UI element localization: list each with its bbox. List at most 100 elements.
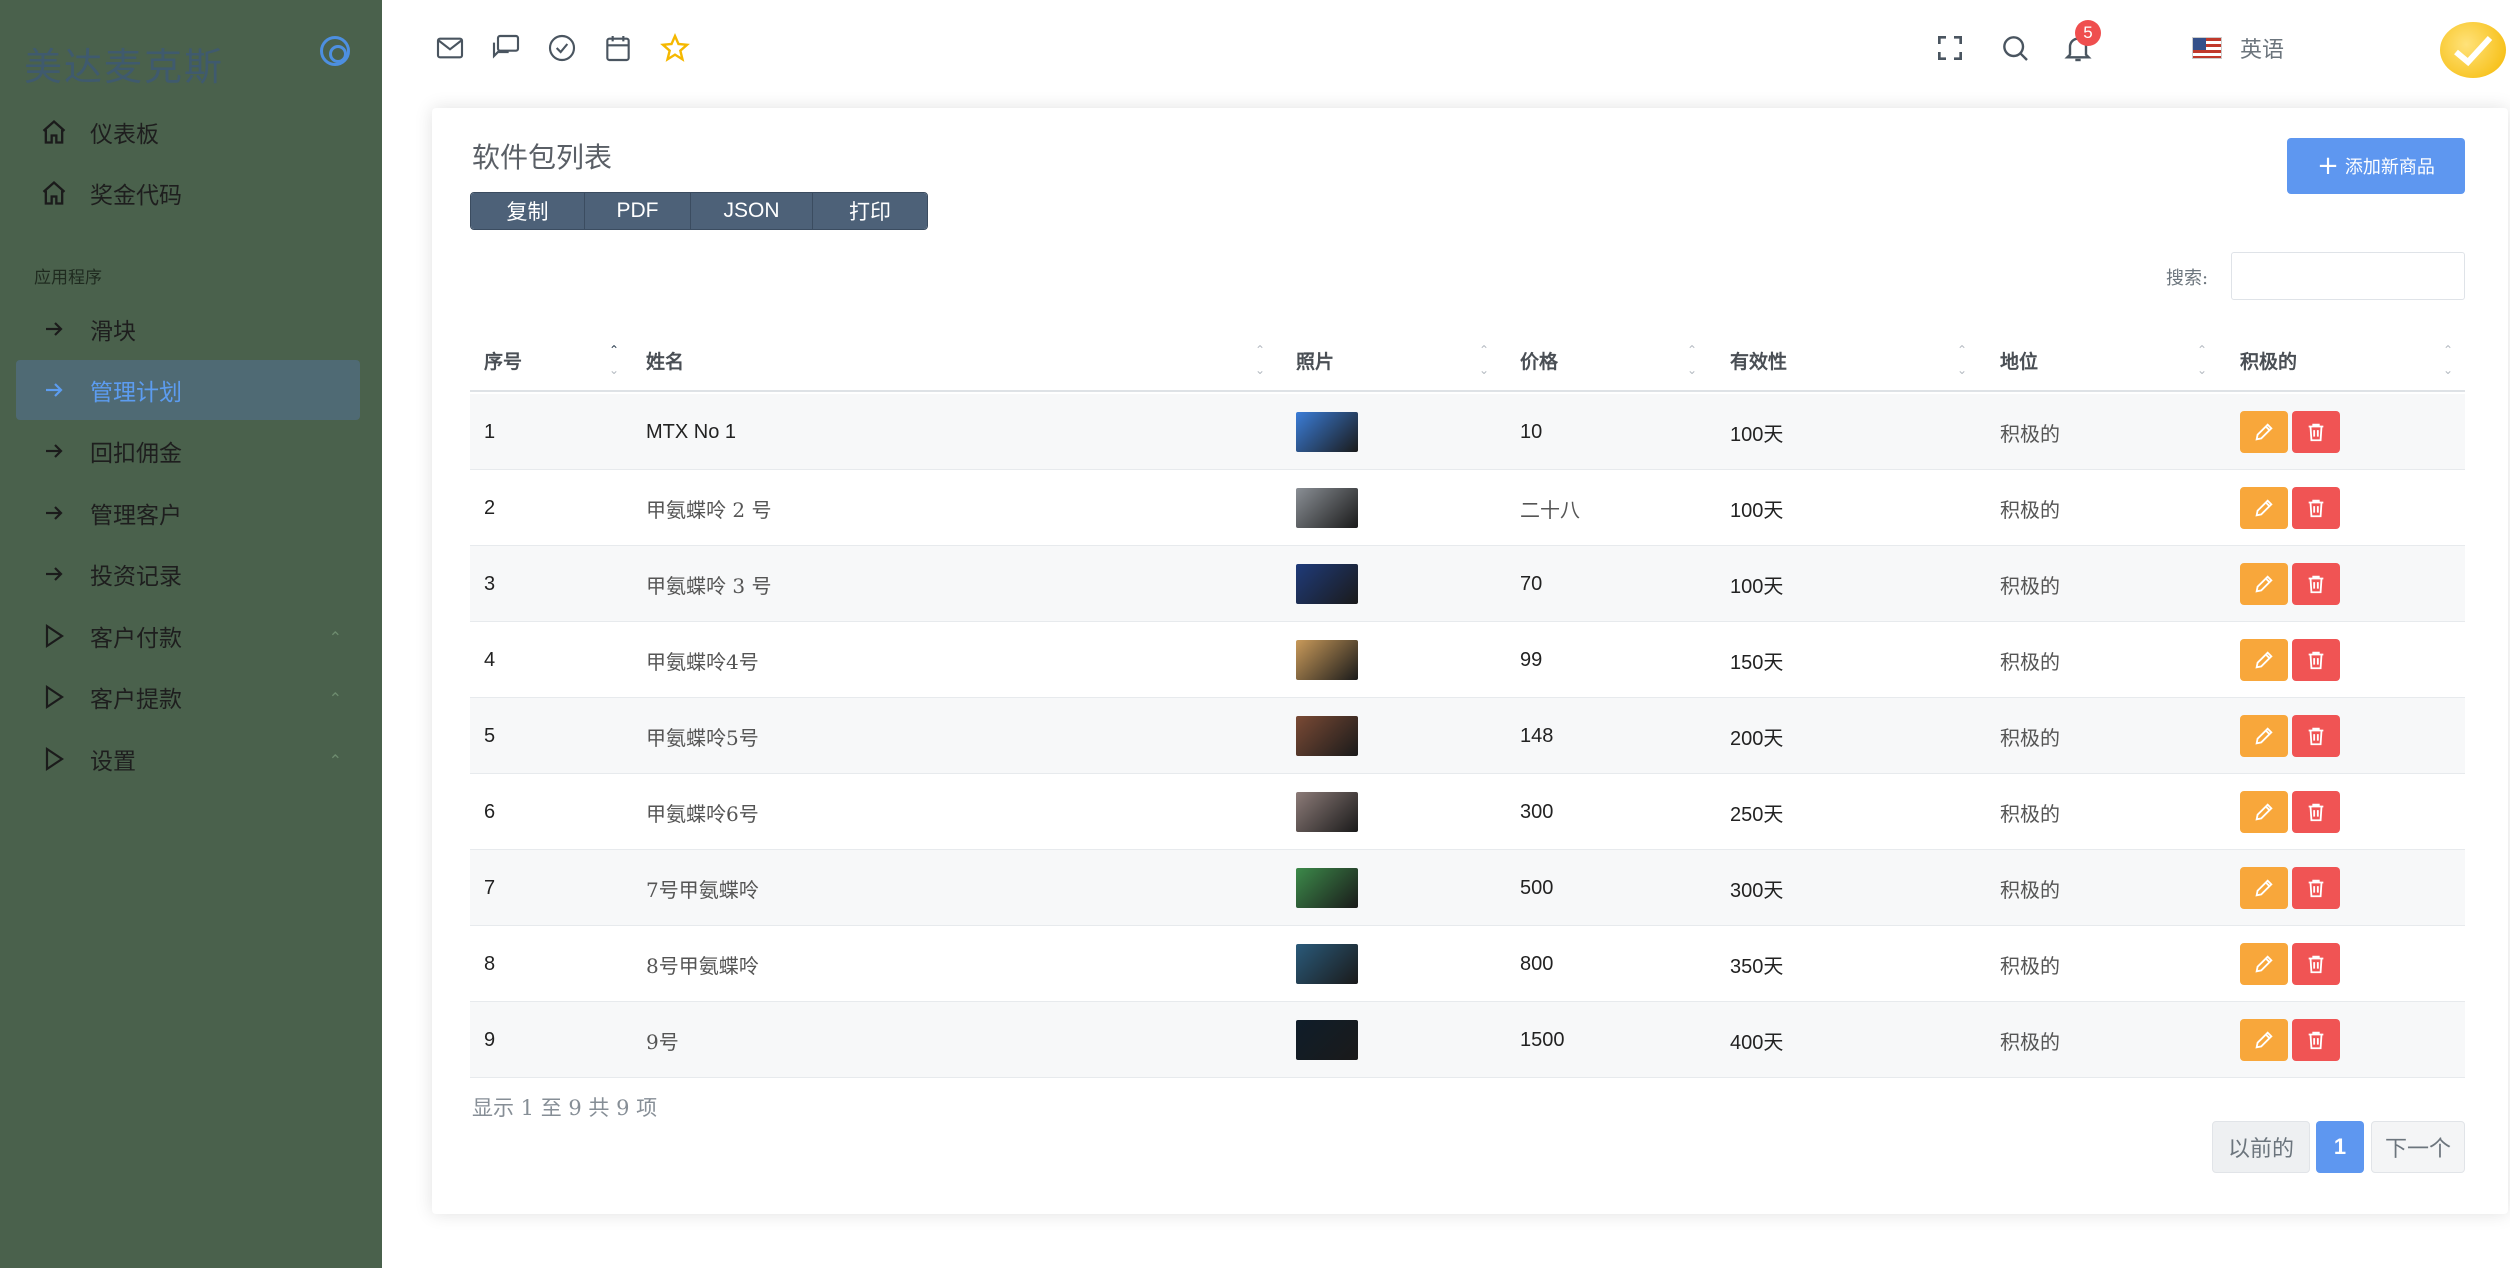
cell-name: 7号甲氨蝶呤 xyxy=(646,877,759,902)
pencil-icon xyxy=(2255,499,2273,517)
profile-badge-icon[interactable] xyxy=(2440,22,2506,78)
delete-button[interactable] xyxy=(2292,715,2340,757)
cell-actions xyxy=(2240,546,2344,622)
edit-button[interactable] xyxy=(2240,639,2288,681)
delete-button[interactable] xyxy=(2292,1019,2340,1061)
sidebar-item-manage-plans[interactable]: 管理计划 xyxy=(16,360,360,420)
print-button[interactable]: 打印 xyxy=(813,193,927,229)
cell-validity: 300天 xyxy=(1730,879,1784,902)
edit-button[interactable] xyxy=(2240,715,2288,757)
edit-button[interactable] xyxy=(2240,487,2288,529)
package-list-card: 软件包列表 复制 PDF JSON 打印 + 添加新商品 搜索: 序号 ⌃ ⌄ 姓… xyxy=(432,108,2508,1214)
package-thumbnail xyxy=(1296,792,1358,832)
next-page-button[interactable]: 下一个 xyxy=(2371,1121,2465,1173)
sidebar-item-rebate[interactable]: 回扣佣金 xyxy=(16,421,360,481)
edit-button[interactable] xyxy=(2240,791,2288,833)
sidebar-item-label: 客户付款 xyxy=(90,626,182,652)
delete-button[interactable] xyxy=(2292,411,2340,453)
search-input[interactable] xyxy=(2231,252,2465,300)
sidebar: 美达麦克斯 仪表板 奖金代码 应用程序 滑块 管理计划 回扣佣金 管理客户 投资… xyxy=(0,0,382,1268)
search-icon[interactable] xyxy=(1999,32,2033,66)
sidebar-item-label: 客户提款 xyxy=(90,687,182,713)
edit-button[interactable] xyxy=(2240,943,2288,985)
column-header-active[interactable]: 积极的 xyxy=(2240,328,2297,392)
cell-id: 7 xyxy=(484,876,496,899)
cell-name: 8号甲氨蝶呤 xyxy=(646,953,759,978)
delete-button[interactable] xyxy=(2292,563,2340,605)
search-label: 搜索: xyxy=(2166,268,2209,289)
topbar: 英语 5 xyxy=(382,0,2510,100)
sidebar-item-dashboard[interactable]: 仪表板 xyxy=(16,102,360,162)
table-row: 6 甲氨蝶呤6号 300 250天 积极的 xyxy=(470,774,2465,850)
delete-button[interactable] xyxy=(2292,487,2340,529)
sidebar-item-label: 奖金代码 xyxy=(90,183,182,209)
sidebar-item-customer-payments[interactable]: 客户付款 ⌃ xyxy=(16,606,360,666)
sidebar-item-settings[interactable]: 设置 ⌃ xyxy=(16,729,360,789)
cell-id: 9 xyxy=(484,1028,496,1051)
cell-price: 300 xyxy=(1520,800,1554,823)
sidebar-item-label: 滑块 xyxy=(90,319,136,345)
language-selector[interactable]: 英语 xyxy=(2192,32,2284,64)
delete-button[interactable] xyxy=(2292,943,2340,985)
cell-id: 1 xyxy=(484,420,496,443)
column-header-status[interactable]: 地位 xyxy=(2000,328,2038,392)
cell-price: 500 xyxy=(1520,876,1554,899)
delete-button[interactable] xyxy=(2292,639,2340,681)
sidebar-item-label: 管理客户 xyxy=(90,503,182,529)
cell-price: 1500 xyxy=(1520,1028,1565,1051)
delete-button[interactable] xyxy=(2292,791,2340,833)
edit-button[interactable] xyxy=(2240,563,2288,605)
delete-button[interactable] xyxy=(2292,867,2340,909)
column-header-validity[interactable]: 有效性 xyxy=(1730,328,1787,392)
language-label: 英语 xyxy=(2240,38,2285,63)
arrow-right-icon xyxy=(34,378,74,402)
star-icon[interactable] xyxy=(659,32,693,66)
cell-photo xyxy=(1296,926,1358,1002)
arrow-right-icon xyxy=(34,562,74,586)
edit-button[interactable] xyxy=(2240,867,2288,909)
sidebar-item-manage-customers[interactable]: 管理客户 xyxy=(16,483,360,543)
column-header-price[interactable]: 价格 xyxy=(1520,328,1558,392)
pencil-icon xyxy=(2255,955,2273,973)
cell-price: 99 xyxy=(1520,648,1543,671)
column-header-name[interactable]: 姓名 xyxy=(646,328,684,392)
fullscreen-icon[interactable] xyxy=(1934,32,1968,66)
cell-actions xyxy=(2240,470,2344,546)
sidebar-item-bonus-code[interactable]: 奖金代码 xyxy=(16,163,360,223)
trash-icon xyxy=(2308,803,2324,822)
chat-icon[interactable] xyxy=(490,32,524,66)
cell-id: 6 xyxy=(484,800,496,823)
cell-status: 积极的 xyxy=(2000,801,2060,826)
check-circle-icon[interactable] xyxy=(546,32,580,66)
calendar-icon[interactable] xyxy=(602,32,636,66)
table-info: 显示 1 至 9 共 9 项 xyxy=(472,1096,658,1120)
mail-icon[interactable] xyxy=(434,32,468,66)
sort-icon: ⌃ ⌄ xyxy=(1956,343,1968,377)
sidebar-item-slider[interactable]: 滑块 xyxy=(16,299,360,359)
package-thumbnail xyxy=(1296,1020,1358,1060)
cell-id: 3 xyxy=(484,572,496,595)
previous-page-button[interactable]: 以前的 xyxy=(2212,1121,2310,1173)
pencil-icon xyxy=(2255,651,2273,669)
sort-icon: ⌃ ⌄ xyxy=(2442,343,2454,377)
add-product-button[interactable]: + 添加新商品 xyxy=(2287,138,2465,194)
cell-validity: 100天 xyxy=(1730,499,1784,522)
table-row: 9 9号 1500 400天 积极的 xyxy=(470,1002,2465,1078)
column-header-id[interactable]: 序号 xyxy=(484,328,522,392)
edit-button[interactable] xyxy=(2240,1019,2288,1061)
cell-photo xyxy=(1296,394,1358,470)
sidebar-item-customer-withdrawals[interactable]: 客户提款 ⌃ xyxy=(16,667,360,727)
pdf-button[interactable]: PDF xyxy=(585,193,691,229)
table-header: 序号 ⌃ ⌄ 姓名 ⌃ ⌄ 照片 ⌃ ⌄ 价格 ⌃ ⌄ 有效性 ⌃ ⌄ 地位 ⌃ ⌄ 积极的… xyxy=(470,328,2465,392)
cell-status: 积极的 xyxy=(2000,497,2060,522)
cell-photo xyxy=(1296,698,1358,774)
package-thumbnail xyxy=(1296,488,1358,528)
page-title: 软件包列表 xyxy=(472,141,613,174)
column-header-photo[interactable]: 照片 xyxy=(1296,328,1334,392)
sidebar-item-investment-records[interactable]: 投资记录 xyxy=(16,544,360,604)
edit-button[interactable] xyxy=(2240,411,2288,453)
page-1-button[interactable]: 1 xyxy=(2316,1121,2364,1173)
json-button[interactable]: JSON xyxy=(691,193,813,229)
sidebar-toggle-icon[interactable] xyxy=(320,36,350,66)
copy-button[interactable]: 复制 xyxy=(471,193,585,229)
